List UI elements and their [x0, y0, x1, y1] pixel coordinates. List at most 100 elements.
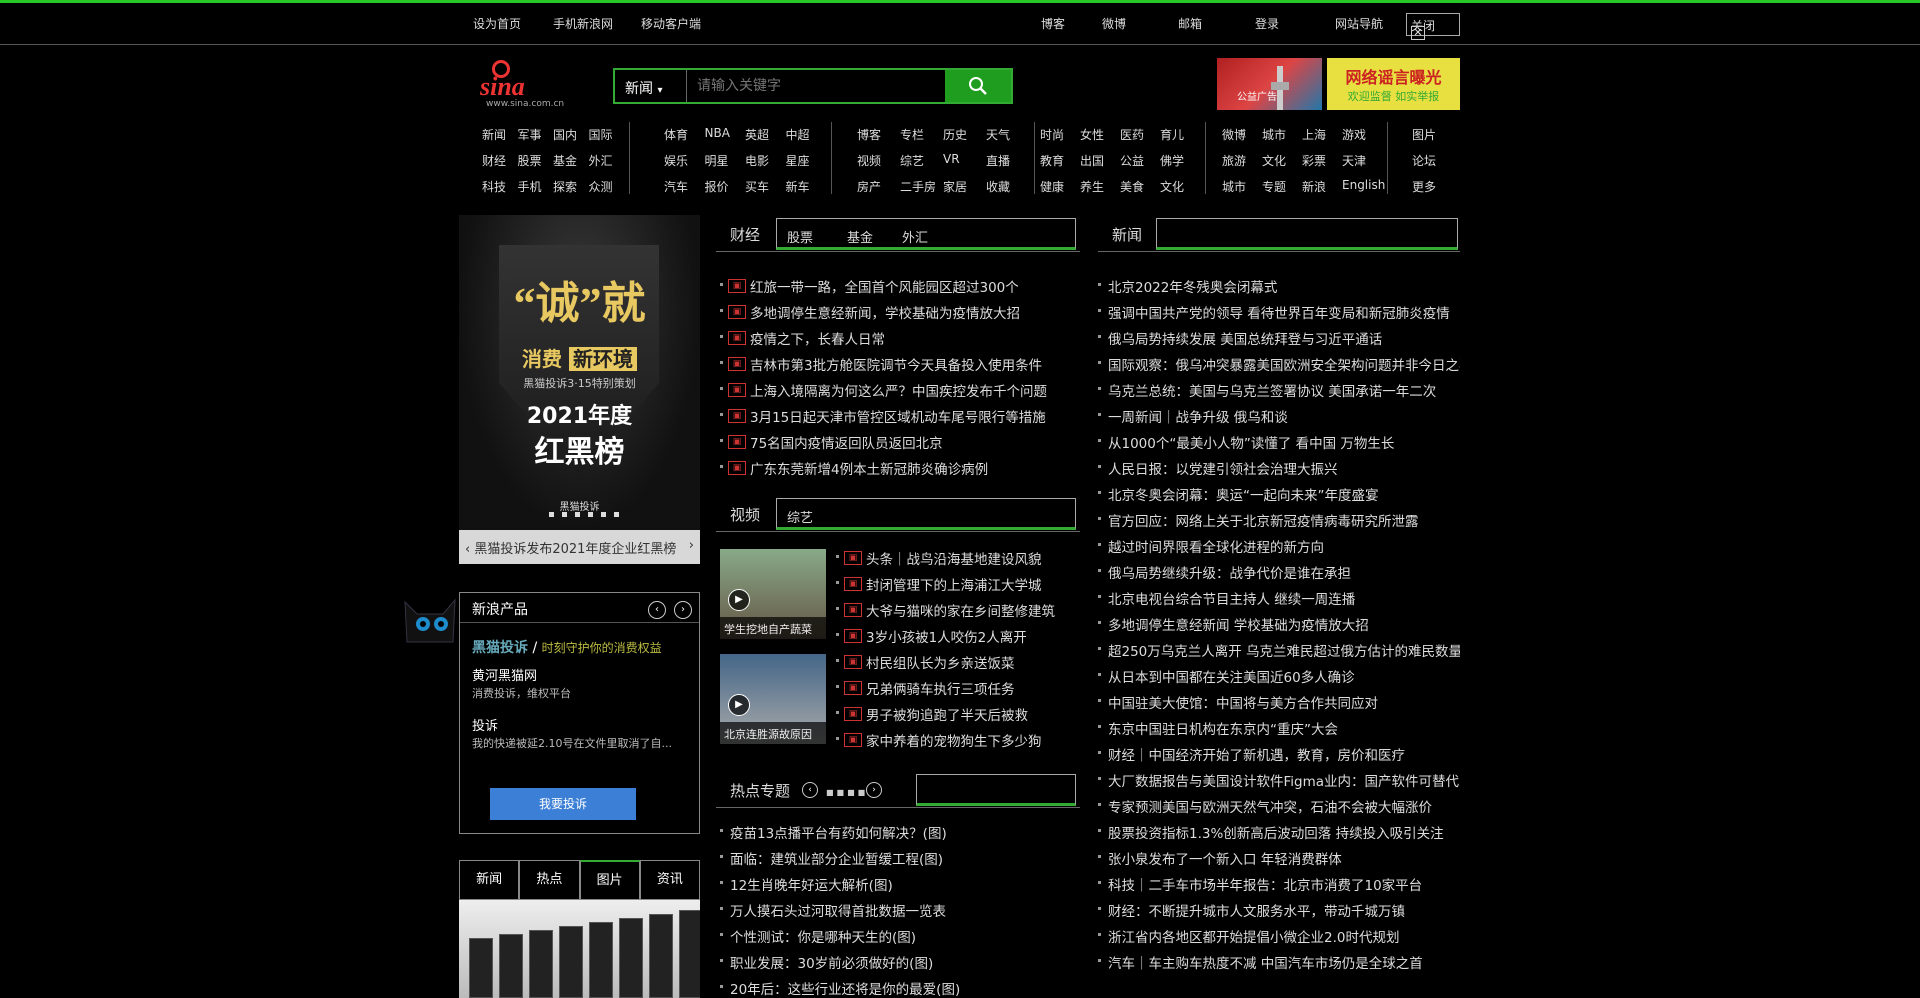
news-link[interactable]: 多地调停生意经新闻，学校基础为疫情放大招 ▣: [720, 302, 1080, 322]
topbar-link-mail[interactable]: 邮箱: [1178, 15, 1202, 32]
nav-link[interactable]: 综艺: [900, 152, 924, 169]
news-link[interactable]: 大爷与猫咪的家在乡间整修建筑 ▣: [836, 600, 1080, 620]
nav-link[interactable]: 美食: [1120, 178, 1144, 195]
np-item1-title[interactable]: 黄河黑猫网: [472, 665, 537, 684]
news-link[interactable]: 国际观察：俄乌冲突暴露美国欧洲安全架构问题并非今日之事: [1098, 354, 1460, 374]
news-link[interactable]: 财经：不断提升城市人文服务水平，带动千城万镇: [1098, 900, 1460, 920]
news-link[interactable]: 吉林市第3批方舱医院调节今天具备投入使用条件 ▣: [720, 354, 1080, 374]
nav-link[interactable]: 电影: [745, 152, 769, 169]
news-link[interactable]: 多地调停生意经新闻 学校基础为疫情放大招: [1098, 614, 1460, 634]
nav-link[interactable]: 上海: [1302, 126, 1326, 143]
topbar-link-blog[interactable]: 博客: [1041, 15, 1065, 32]
news-link[interactable]: 浙江省内各地区都开始提倡小微企业2.0时代规划: [1098, 926, 1460, 946]
tab-hot[interactable]: 热点: [519, 860, 580, 900]
news-title[interactable]: 新闻: [1112, 224, 1142, 245]
news-link[interactable]: 超250万乌克兰人离开 乌克兰难民超过俄方估计的难民数量: [1098, 640, 1460, 660]
tab-variety[interactable]: 综艺: [787, 507, 813, 526]
news-link[interactable]: 个性测试：你是哪种天生的(图): [720, 926, 1080, 946]
nav-link[interactable]: VR: [943, 152, 960, 166]
nav-link[interactable]: 基金: [553, 152, 577, 169]
tab-news[interactable]: 新闻: [459, 860, 520, 900]
nav-link[interactable]: 明星: [705, 152, 729, 169]
nav-link[interactable]: 娱乐: [664, 152, 688, 169]
nav-link[interactable]: 天津: [1342, 152, 1366, 169]
nav-link[interactable]: 微博: [1222, 126, 1246, 143]
news-link[interactable]: 头条｜战鸟沿海基地建设风貌 ▣: [836, 548, 1080, 568]
nav-link[interactable]: 家居: [943, 178, 967, 195]
nav-link[interactable]: 新浪: [1302, 178, 1326, 195]
news-link[interactable]: 面临：建筑业部分企业暂缓工程(图): [720, 848, 1080, 868]
news-link[interactable]: 疫情之下，长春人日常 ▣: [720, 328, 1080, 348]
news-link[interactable]: 3岁小孩被1人咬伤2人离开 ▣: [836, 626, 1080, 646]
news-link[interactable]: 兄弟俩骑车执行三项任务 ▣: [836, 678, 1080, 698]
arrow-right-icon[interactable]: ›: [674, 601, 692, 619]
news-link[interactable]: 广东东莞新增4例本土新冠肺炎确诊病例 ▣: [720, 458, 1080, 478]
video-title[interactable]: 视频: [730, 504, 760, 525]
search-button[interactable]: [945, 70, 1011, 102]
news-link[interactable]: 俄乌局势继续升级：战争代价是谁在承担: [1098, 562, 1460, 582]
nav-link[interactable]: 佛学: [1160, 152, 1184, 169]
nav-link[interactable]: 手机: [518, 178, 542, 195]
nav-link[interactable]: 新车: [786, 178, 810, 195]
news-link[interactable]: 强调中国共产党的领导 看待世界百年变局和新冠肺炎疫情: [1098, 302, 1460, 322]
arrow-right-icon[interactable]: ›: [866, 782, 882, 798]
np-item2-title[interactable]: 投诉: [472, 715, 498, 734]
carousel-dots[interactable]: [549, 512, 619, 517]
news-link[interactable]: 封闭管理下的上海浦江大学城 ▣: [836, 574, 1080, 594]
nav-link[interactable]: 养生: [1080, 178, 1104, 195]
news-link[interactable]: 75名国内疫情返回队员返回北京 ▣: [720, 432, 1080, 452]
news-link[interactable]: 大厂数据报告与美国设计软件Figma业内：国产软件可替代: [1098, 770, 1460, 790]
ad-banner-flag[interactable]: 公益广告: [1217, 58, 1322, 110]
nav-link[interactable]: 论坛: [1412, 152, 1436, 169]
news-link[interactable]: 中国驻美大使馆：中国将与美方合作共同应对: [1098, 692, 1460, 712]
nav-link[interactable]: 城市: [1222, 178, 1246, 195]
news-link[interactable]: 男子被狗追跑了半天后被救 ▣: [836, 704, 1080, 724]
topbar-link-app[interactable]: 移动客户端: [641, 15, 701, 32]
news-link[interactable]: 红旅一带一路，全国首个风能园区超过300个 ▣: [720, 276, 1080, 296]
topbar-link-home[interactable]: 设为首页: [473, 15, 521, 32]
nav-link[interactable]: 汽车: [664, 178, 688, 195]
news-link[interactable]: 职业发展：30岁前必须做好的(图): [720, 952, 1080, 972]
search-input[interactable]: [687, 70, 945, 102]
nav-link[interactable]: 科技: [482, 178, 506, 195]
nav-link[interactable]: 国内: [553, 126, 577, 143]
tab-stocks[interactable]: 股票: [787, 227, 813, 246]
server-rack-image[interactable]: [459, 900, 700, 998]
tab-info[interactable]: 资讯: [639, 860, 700, 900]
nav-link[interactable]: 众测: [589, 178, 613, 195]
nav-link[interactable]: 国际: [589, 126, 613, 143]
news-link[interactable]: 从1000个“最美小人物”读懂了 看中国 万物生长: [1098, 432, 1460, 452]
nav-link[interactable]: 外汇: [589, 152, 613, 169]
nav-link[interactable]: 更多: [1412, 178, 1436, 195]
news-link[interactable]: 人民日报：以党建引领社会治理大振兴: [1098, 458, 1460, 478]
news-link[interactable]: 北京冬奥会闭幕：奥运“一起向未来”年度盛宴: [1098, 484, 1460, 504]
nav-link[interactable]: 星座: [786, 152, 810, 169]
nav-link[interactable]: 公益: [1120, 152, 1144, 169]
nav-link[interactable]: 报价: [705, 178, 729, 195]
nav-link[interactable]: 二手房: [900, 178, 936, 195]
news-link[interactable]: 乌克兰总统：美国与乌克兰签署协议 美国承诺一年二次: [1098, 380, 1460, 400]
nav-link[interactable]: 收藏: [986, 178, 1010, 195]
topbar-link-sitemap[interactable]: 网站导航: [1335, 15, 1383, 32]
news-link[interactable]: 东京中国驻日机构在东京内“重庆”大会: [1098, 718, 1460, 738]
banner-caption-bar[interactable]: ‹ 黑猫投诉发布2021年度企业红黑榜 ›: [459, 530, 700, 564]
pager-dots[interactable]: ■■■■: [826, 788, 868, 797]
news-link[interactable]: 上海入境隔离为何这么严？中国疾控发布千个问题 ▣: [720, 380, 1080, 400]
nav-link[interactable]: 图片: [1412, 126, 1436, 143]
news-link[interactable]: 一周新闻｜战争升级 俄乌和谈: [1098, 406, 1460, 426]
nav-link[interactable]: 买车: [745, 178, 769, 195]
news-link[interactable]: 家中养着的宠物狗生下多少狗 ▣: [836, 730, 1080, 750]
nav-link[interactable]: 旅游: [1222, 152, 1246, 169]
chevron-left-icon[interactable]: ‹: [465, 542, 470, 557]
news-link[interactable]: 股票投资指标1.3%创新高后波动回落 持续投入吸引关注: [1098, 822, 1460, 842]
nav-link[interactable]: 体育: [664, 126, 688, 143]
news-link[interactable]: 12生肖晚年好运大解析(图): [720, 874, 1080, 894]
topbar-link-login[interactable]: 登录: [1255, 15, 1279, 32]
news-link[interactable]: 汽车｜车主购车热度不减 中国汽车市场仍是全球之首: [1098, 952, 1460, 972]
sina-logo[interactable]: sina www.sina.com.cn: [478, 58, 590, 110]
nav-link[interactable]: 新闻: [482, 126, 506, 143]
news-link[interactable]: 从日本到中国都在关注美国近60多人确诊: [1098, 666, 1460, 686]
nav-link[interactable]: 彩票: [1302, 152, 1326, 169]
topbar-link-weibo[interactable]: 微博: [1102, 15, 1126, 32]
news-link[interactable]: 官方回应：网络上关于北京新冠疫情病毒研究所泄露: [1098, 510, 1460, 530]
